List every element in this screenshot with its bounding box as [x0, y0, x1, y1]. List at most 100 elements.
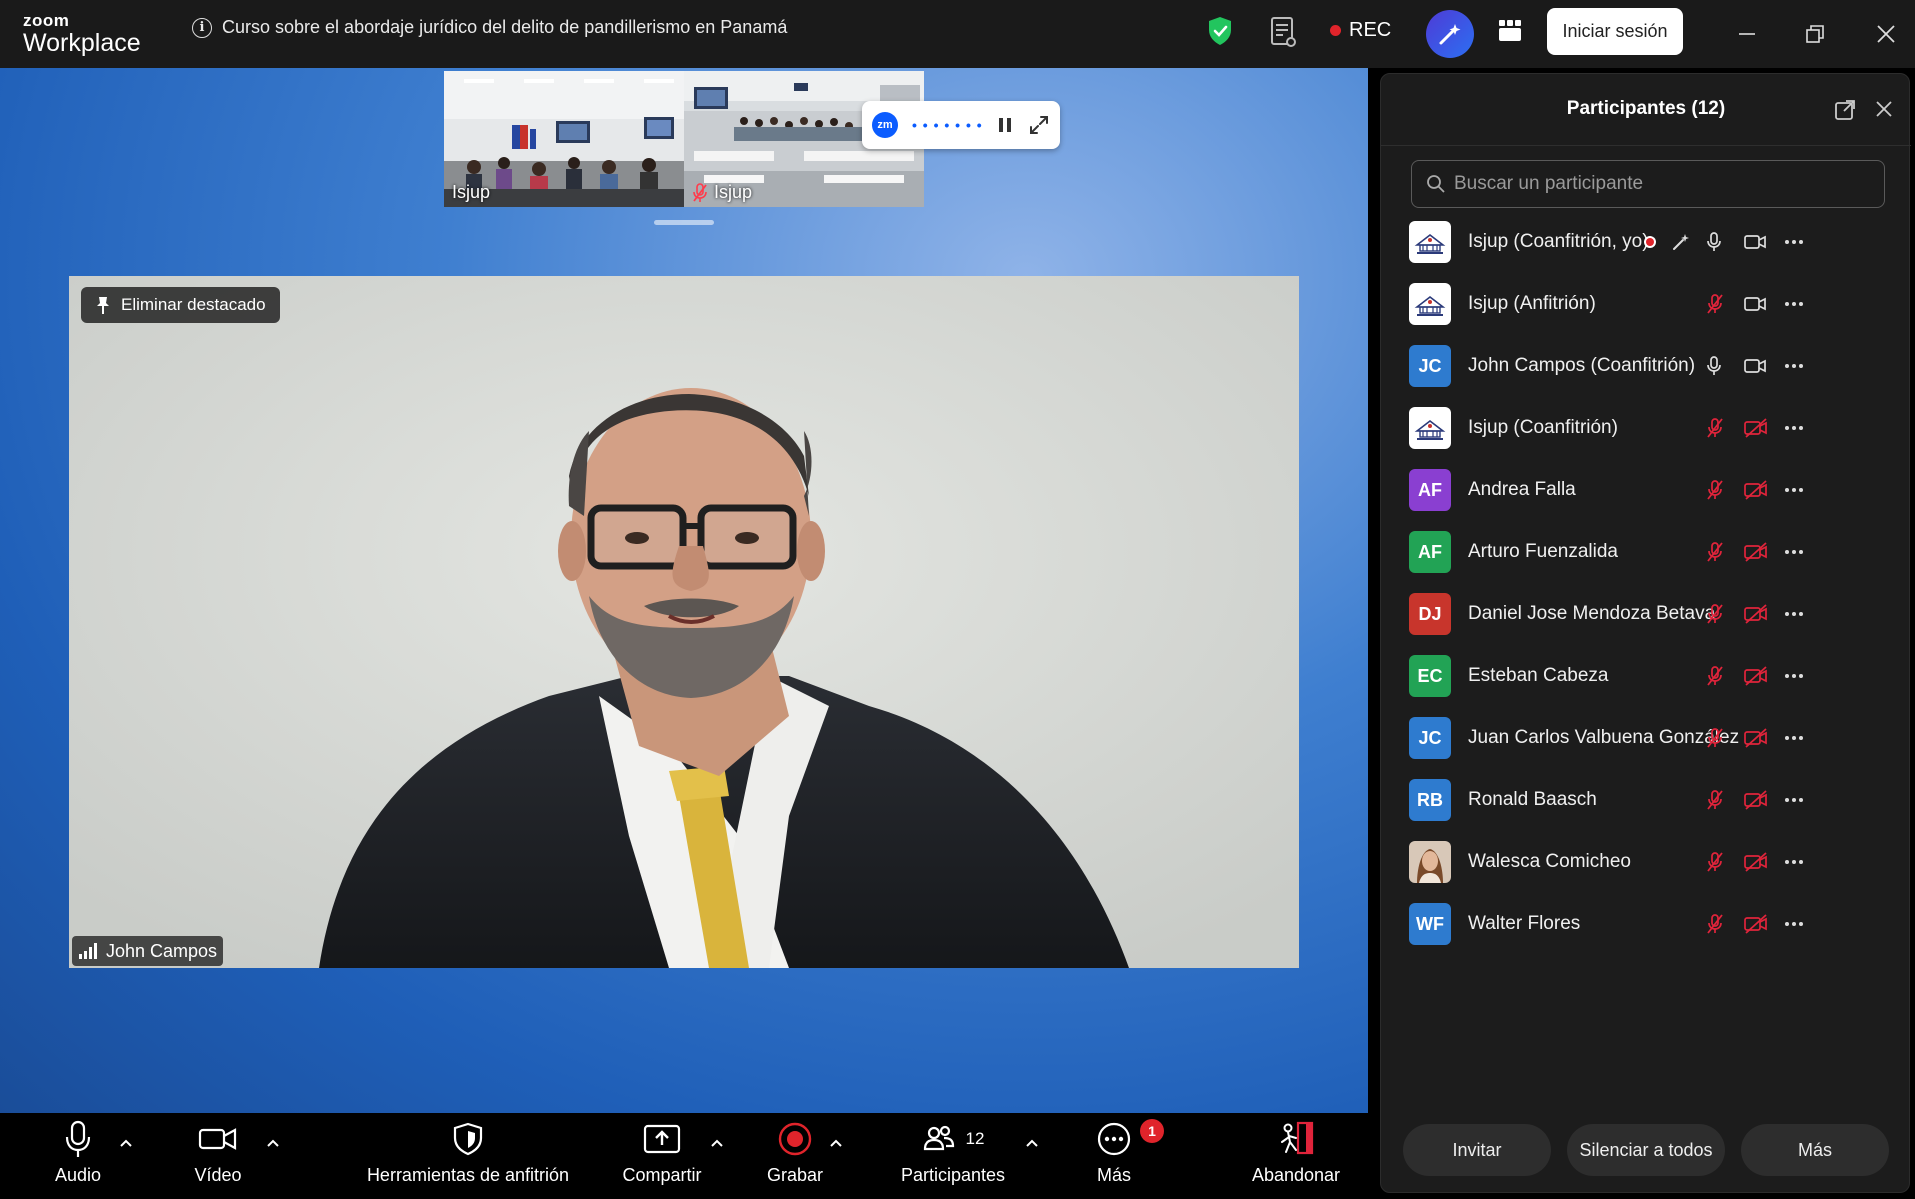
notes-icon[interactable]: [1269, 16, 1297, 53]
participant-name: Isjup (Anfitrión): [1468, 293, 1596, 314]
participants-options-chevron-icon[interactable]: [1025, 1135, 1039, 1153]
microphone-muted-icon[interactable]: [1705, 851, 1725, 873]
video-camera-off-icon[interactable]: [1743, 541, 1769, 563]
more-notification-badge: 1: [1140, 1119, 1164, 1143]
participant-row[interactable]: DJ Daniel Jose Mendoza Betava: [1381, 583, 1911, 645]
more-options-icon[interactable]: [1784, 487, 1804, 493]
apps-grid-icon[interactable]: [1497, 18, 1523, 49]
participant-row[interactable]: EC Esteban Cabeza: [1381, 645, 1911, 707]
video-button[interactable]: Vídeo: [188, 1113, 248, 1199]
participant-search-input[interactable]: Buscar un participante: [1411, 160, 1885, 208]
pause-icon[interactable]: [997, 116, 1013, 134]
more-button[interactable]: 1 Más: [1083, 1113, 1164, 1199]
recording-indicator[interactable]: REC: [1330, 19, 1391, 42]
microphone-muted-icon[interactable]: [1705, 665, 1725, 687]
participant-row[interactable]: WF Walter Flores: [1381, 893, 1911, 955]
video-camera-off-icon[interactable]: [1743, 603, 1769, 625]
participant-name: Esteban Cabeza: [1468, 665, 1609, 686]
title-bar: zoom Workplace i Curso sobre el abordaje…: [0, 0, 1915, 68]
microphone-icon[interactable]: [1705, 355, 1723, 377]
signin-button[interactable]: Iniciar sesión: [1547, 8, 1683, 55]
video-camera-icon[interactable]: [1743, 233, 1767, 251]
more-options-icon[interactable]: [1784, 301, 1804, 307]
restore-icon[interactable]: [1801, 20, 1829, 48]
video-camera-icon[interactable]: [1743, 357, 1767, 375]
more-options-icon[interactable]: [1784, 673, 1804, 679]
participant-row[interactable]: Isjup (Anfitrión): [1381, 273, 1911, 335]
recording-dot-icon: [1330, 25, 1341, 36]
microphone-icon[interactable]: [1705, 231, 1723, 253]
more-options-icon[interactable]: [1784, 797, 1804, 803]
microphone-muted-icon[interactable]: [1705, 293, 1725, 315]
video-camera-off-icon[interactable]: [1743, 851, 1769, 873]
record-button[interactable]: Grabar: [758, 1113, 832, 1199]
participant-name: Isjup (Coanfitrión, yo): [1468, 231, 1649, 252]
participant-row[interactable]: Walesca Comicheo: [1381, 831, 1911, 893]
video-camera-off-icon[interactable]: [1743, 789, 1769, 811]
microphone-muted-icon[interactable]: [1705, 417, 1725, 439]
participant-name: Daniel Jose Mendoza Betava: [1468, 603, 1716, 624]
microphone-muted-icon[interactable]: [1705, 727, 1725, 749]
audio-options-chevron-icon[interactable]: [119, 1135, 133, 1153]
avatar-logo: [1409, 221, 1451, 263]
leave-button[interactable]: Abandonar: [1243, 1113, 1349, 1199]
microphone-muted-icon[interactable]: [1705, 479, 1725, 501]
participants-button[interactable]: 12 Participantes: [892, 1113, 1014, 1199]
more-options-icon[interactable]: [1784, 425, 1804, 431]
participant-row[interactable]: Isjup (Coanfitrión, yo): [1381, 211, 1911, 273]
panel-more-button[interactable]: Más: [1741, 1124, 1889, 1176]
more-options-icon[interactable]: [1784, 859, 1804, 865]
participant-row[interactable]: JC Juan Carlos Valbuena González: [1381, 707, 1911, 769]
invite-button[interactable]: Invitar: [1403, 1124, 1551, 1176]
more-options-icon[interactable]: [1784, 549, 1804, 555]
ai-companion-button[interactable]: [1426, 10, 1474, 58]
mic-muted-icon: [693, 182, 707, 202]
thumbnail-strip-handle[interactable]: [654, 220, 714, 225]
more-options-icon[interactable]: [1784, 921, 1804, 927]
zoom-badge-icon: zm: [872, 112, 898, 138]
video-camera-off-icon[interactable]: [1743, 479, 1769, 501]
microphone-icon: [63, 1113, 93, 1165]
participant-list: Isjup (Coanfitrión, yo) Isjup (Anfitrión)…: [1381, 211, 1911, 955]
more-options-icon[interactable]: [1784, 611, 1804, 617]
encryption-shield-icon[interactable]: [1207, 16, 1233, 51]
participant-row[interactable]: AF Andrea Falla: [1381, 459, 1911, 521]
share-button[interactable]: Compartir: [612, 1113, 712, 1199]
microphone-muted-icon[interactable]: [1705, 789, 1725, 811]
drag-handle-icon[interactable]: • • • • • • •: [912, 117, 983, 133]
video-camera-icon[interactable]: [1743, 295, 1767, 313]
more-options-icon[interactable]: [1784, 363, 1804, 369]
participant-row[interactable]: AF Arturo Fuenzalida: [1381, 521, 1911, 583]
video-camera-off-icon[interactable]: [1743, 913, 1769, 935]
video-camera-off-icon[interactable]: [1743, 727, 1769, 749]
audio-button[interactable]: Audio: [48, 1113, 108, 1199]
participant-row[interactable]: RB Ronald Baasch: [1381, 769, 1911, 831]
video-camera-off-icon[interactable]: [1743, 417, 1769, 439]
participant-row[interactable]: Isjup (Coanfitrión): [1381, 397, 1911, 459]
info-icon[interactable]: i: [192, 17, 212, 38]
microphone-muted-icon[interactable]: [1705, 541, 1725, 563]
mute-all-button[interactable]: Silenciar a todos: [1567, 1124, 1725, 1176]
speaker-video[interactable]: Eliminar destacado John Campos: [69, 276, 1299, 968]
participant-name: Walesca Comicheo: [1468, 851, 1631, 872]
video-camera-off-icon[interactable]: [1743, 665, 1769, 687]
participant-row[interactable]: JC John Campos (Coanfitrión): [1381, 335, 1911, 397]
microphone-muted-icon[interactable]: [1705, 603, 1725, 625]
meeting-info[interactable]: i Curso sobre el abordaje jurídico del d…: [192, 17, 787, 38]
ai-companion-icon: [1439, 24, 1461, 45]
share-options-chevron-icon[interactable]: [710, 1135, 724, 1153]
remove-spotlight-button[interactable]: Eliminar destacado: [81, 287, 280, 323]
more-options-icon[interactable]: [1784, 239, 1804, 245]
record-options-chevron-icon[interactable]: [829, 1135, 843, 1153]
popout-icon[interactable]: [1833, 98, 1857, 127]
close-panel-icon[interactable]: [1873, 98, 1895, 125]
minimize-icon[interactable]: [1733, 20, 1761, 48]
host-tools-button[interactable]: Herramientas de anfitrión: [358, 1113, 578, 1199]
thumbnail-video-1[interactable]: Isjup: [444, 71, 684, 207]
microphone-muted-icon[interactable]: [1705, 913, 1725, 935]
video-options-chevron-icon[interactable]: [266, 1135, 280, 1153]
more-options-icon[interactable]: [1784, 735, 1804, 741]
expand-icon[interactable]: [1027, 113, 1051, 137]
avatar-initials: WF: [1409, 903, 1451, 945]
close-window-icon[interactable]: [1872, 20, 1900, 48]
